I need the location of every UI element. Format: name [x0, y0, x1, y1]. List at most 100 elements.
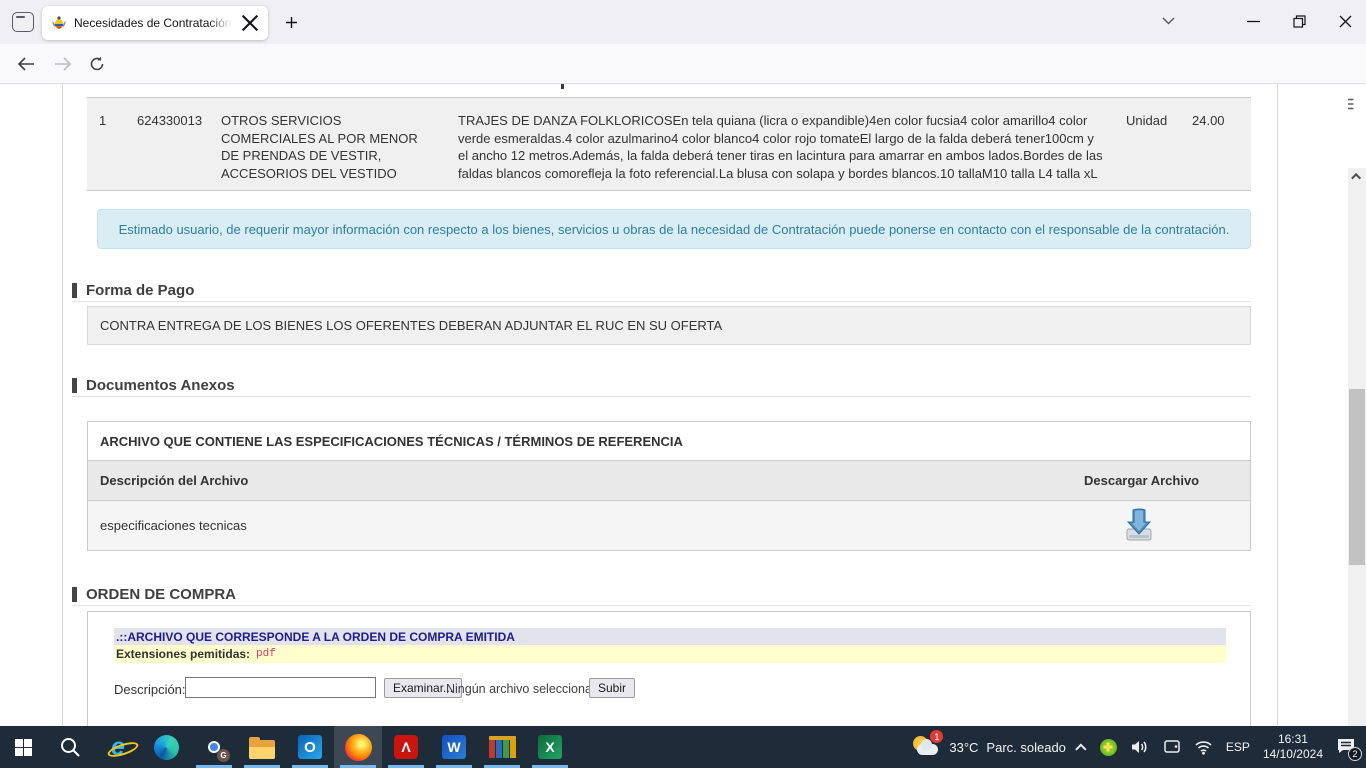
winrar-icon — [489, 736, 516, 758]
clock-date: 14/10/2024 — [1263, 747, 1323, 761]
description-label: Descripción: — [114, 682, 186, 697]
extensions-value: pdf — [256, 648, 276, 660]
item-code: 624330013 — [137, 112, 202, 130]
scrollbar-thumb[interactable] — [1349, 389, 1365, 565]
taskbar-winrar-button[interactable] — [478, 726, 526, 768]
search-icon — [59, 736, 81, 758]
info-notice: Estimado usuario, de requerir mayor info… — [97, 209, 1251, 249]
column-header-description: Descripción del Archivo — [100, 473, 248, 488]
section-divider — [72, 396, 1251, 397]
upload-button[interactable]: Subir — [589, 678, 635, 698]
orden-header-bar: .::ARCHIVO QUE CORRESPONDE A LA ORDEN DE… — [114, 628, 1226, 645]
extensions-label: Extensiones pemitidas: — [116, 647, 250, 661]
temperature-text: 33°C — [949, 740, 978, 755]
taskbar-word-button[interactable]: W — [430, 726, 478, 768]
attachment-file-row: especificaciones tecnicas — [87, 501, 1251, 551]
back-button[interactable] — [13, 51, 39, 77]
volume-icon[interactable] — [1130, 739, 1150, 755]
windows-logo-icon — [15, 739, 32, 756]
taskbar: e G O Λ W X — [0, 726, 1366, 768]
chrome-profile-badge: G — [217, 749, 230, 762]
action-center-button[interactable]: 2 — [1336, 737, 1358, 757]
weather-widget[interactable]: 1 33°C Parc. soleado — [911, 734, 1066, 760]
clock-widget[interactable]: 16:31 14/10/2024 — [1263, 732, 1323, 762]
wifi-icon[interactable] — [1194, 740, 1213, 755]
taskbar-file-explorer-button[interactable] — [238, 726, 286, 768]
section-title-text: ORDEN DE COMPRA — [86, 586, 236, 603]
firefox-view-icon[interactable] — [12, 12, 34, 32]
extensions-row: Extensiones pemitidas: pdf — [114, 645, 1226, 663]
content-right-border — [1277, 84, 1278, 726]
new-tab-button[interactable] — [280, 11, 302, 33]
section-marker-icon — [72, 283, 77, 298]
restore-button[interactable] — [1284, 8, 1314, 34]
attachments-table-header: Descripción del Archivo Descargar Archiv… — [87, 461, 1251, 501]
section-divider — [72, 301, 1251, 302]
attachments-table-title: ARCHIVO QUE CONTIENE LAS ESPECIFICACIONE… — [87, 421, 1251, 461]
taskbar-internet-explorer-button[interactable]: e — [94, 726, 142, 768]
clock-time: 16:31 — [1278, 732, 1308, 746]
section-title-text: Forma de Pago — [86, 282, 194, 299]
close-window-button[interactable] — [1330, 8, 1360, 34]
taskbar-search-button[interactable] — [46, 726, 94, 768]
section-marker-icon — [72, 378, 77, 393]
weather-condition-text: Parc. soleado — [986, 740, 1066, 755]
taskbar-acrobat-button[interactable]: Λ — [382, 726, 430, 768]
tab-favicon-ecuador-crest-icon — [51, 15, 67, 31]
tab-title: Necesidades de Contratación y — [74, 16, 232, 30]
page-content: 1 624330013 OTROS SERVICIOS COMERCIALES … — [0, 84, 1348, 726]
item-table-row: 1 624330013 OTROS SERVICIOS COMERCIALES … — [87, 98, 1251, 191]
tab-close-icon[interactable] — [241, 14, 259, 32]
word-icon: W — [442, 735, 466, 759]
section-title-documentos-anexos: Documentos Anexos — [72, 377, 235, 394]
taskbar-edge-button[interactable] — [142, 726, 190, 768]
minimize-button[interactable] — [1238, 8, 1268, 34]
attachment-file-description: especificaciones tecnicas — [100, 518, 247, 533]
excel-icon: X — [538, 735, 562, 759]
language-indicator[interactable]: ESP — [1226, 740, 1250, 754]
forma-de-pago-content: CONTRA ENTREGA DE LOS BIENES LOS OFERENT… — [87, 306, 1251, 345]
section-title-text: Documentos Anexos — [86, 377, 235, 394]
file-explorer-icon — [249, 740, 275, 759]
taskbar-excel-button[interactable]: X — [526, 726, 574, 768]
vertical-scrollbar[interactable] — [1348, 168, 1366, 768]
item-category: OTROS SERVICIOS COMERCIALES AL POR MENOR… — [221, 112, 439, 182]
notification-count-badge: 2 — [1348, 747, 1362, 761]
antivirus-tray-icon[interactable] — [1100, 739, 1117, 756]
internet-explorer-icon: e — [111, 735, 125, 760]
no-file-selected-text: Ningún archivo seleccionado. — [446, 682, 609, 696]
display-cast-icon[interactable] — [1163, 739, 1181, 755]
chrome-icon: G — [201, 734, 227, 760]
outlook-icon: O — [298, 735, 322, 759]
firefox-icon — [345, 734, 372, 761]
forward-button[interactable] — [50, 51, 76, 77]
column-header-download: Descargar Archivo — [1084, 473, 1199, 488]
clipped-header-text — [561, 84, 564, 89]
acrobat-icon: Λ — [394, 735, 418, 759]
list-all-tabs-button[interactable] — [1153, 8, 1183, 34]
content-left-border — [62, 84, 63, 726]
weather-partly-sunny-icon: 1 — [911, 734, 941, 760]
section-divider — [72, 605, 1251, 606]
scroll-up-arrow-icon[interactable] — [1348, 168, 1366, 184]
orden-de-compra-panel: .::ARCHIVO QUE CORRESPONDE A LA ORDEN DE… — [87, 611, 1251, 731]
start-button[interactable] — [0, 726, 46, 768]
taskbar-firefox-button[interactable] — [334, 726, 382, 768]
section-title-orden-de-compra: ORDEN DE COMPRA — [72, 586, 236, 603]
show-hidden-icons-chevron[interactable] — [1075, 743, 1086, 754]
taskbar-outlook-button[interactable]: O — [286, 726, 334, 768]
edge-icon — [154, 735, 179, 760]
browser-toolbar: https://www.compraspublicas.gob.ec/Proce… — [0, 44, 1366, 84]
item-description: TRAJES DE DANZA FOLKLORICOSEn tela quian… — [458, 112, 1106, 182]
browser-tab-bar: Necesidades de Contratación y — [0, 0, 1366, 44]
taskbar-tray: 1 33°C Parc. soleado ESP 16:31 — [911, 726, 1366, 768]
taskbar-chrome-button[interactable]: G — [190, 726, 238, 768]
screen: Necesidades de Contratación y — [0, 0, 1366, 768]
description-input[interactable] — [185, 677, 376, 698]
browser-tab[interactable]: Necesidades de Contratación y — [42, 6, 268, 40]
section-marker-icon — [72, 587, 77, 602]
download-file-icon[interactable] — [1124, 507, 1154, 543]
clipped-table-header — [87, 84, 1251, 98]
item-quantity: 24.00 — [1192, 112, 1225, 130]
reload-button[interactable] — [84, 51, 110, 77]
